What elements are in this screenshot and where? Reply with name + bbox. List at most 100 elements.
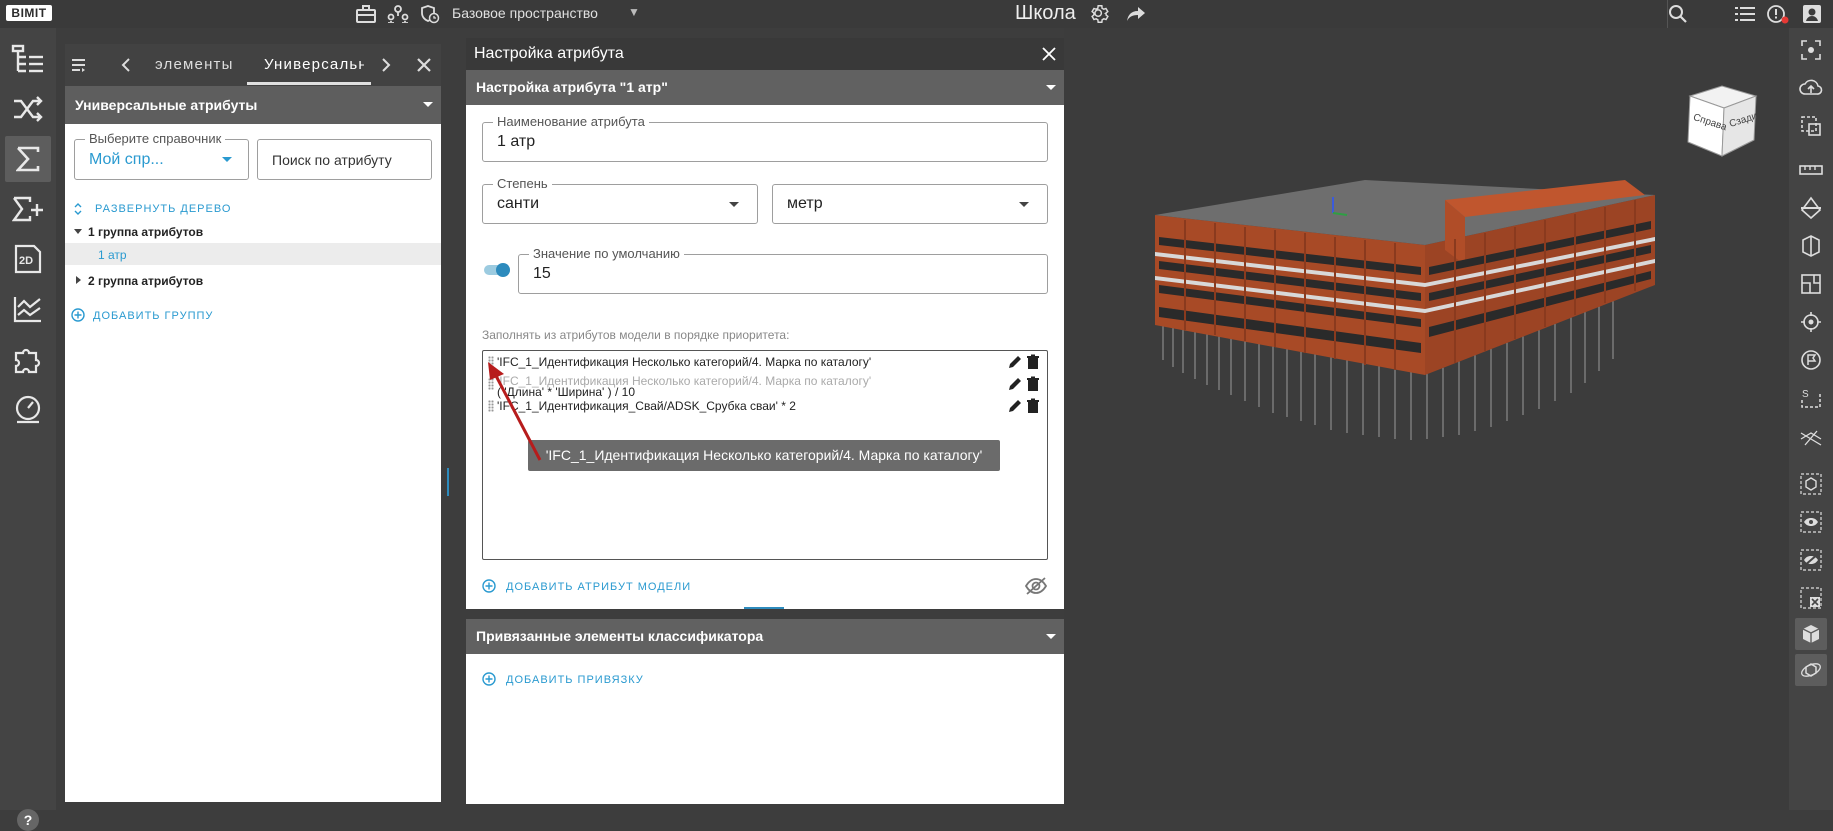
focus-icon[interactable] — [1795, 34, 1827, 66]
ruler-icon[interactable] — [1795, 154, 1827, 186]
list-item[interactable]: ( 'Длина' * 'Ширина' ) / 10 — [483, 375, 1049, 399]
caret-right-icon[interactable] — [76, 276, 81, 284]
trash-icon[interactable] — [1025, 376, 1041, 392]
drawing-2d-icon[interactable]: 2D — [5, 236, 51, 282]
gauge-icon[interactable] — [5, 386, 51, 432]
cloud-upload-icon[interactable] — [1795, 72, 1827, 104]
add-group-label: ДОБАВИТЬ ГРУППУ — [93, 310, 214, 322]
gear-icon[interactable] — [1088, 3, 1112, 25]
eye-off-icon[interactable] — [1024, 576, 1048, 596]
account-icon[interactable] — [1800, 3, 1824, 25]
tree-structure-icon[interactable] — [5, 36, 51, 82]
chevron-down-icon[interactable]: ▼ — [628, 5, 640, 19]
expand-tree-button[interactable]: РАЗВЕРНУТЬ ДЕРЕВО — [74, 201, 274, 217]
chevron-right-icon[interactable] — [375, 54, 397, 76]
attribute-name-field[interactable]: Наименование атрибута 1 атр — [482, 114, 1048, 162]
tree-item-group-2[interactable]: 2 группа атрибутов — [65, 270, 441, 292]
linked-classifier-section-header[interactable]: Привязанные элементы классификатора — [466, 619, 1064, 654]
trash-icon[interactable] — [1025, 354, 1041, 370]
dictionary-select[interactable]: Выберите справочник Мой спр... — [74, 131, 249, 180]
list-icon[interactable] — [1733, 3, 1757, 25]
help-button[interactable]: ? — [17, 809, 39, 831]
briefcase-icon[interactable] — [354, 3, 378, 25]
pencil-icon[interactable] — [1007, 354, 1023, 370]
degree-select[interactable]: Степень санти — [482, 176, 758, 224]
expand-icon — [74, 203, 82, 215]
dialog-title-bar: Настройка атрибута — [466, 38, 1064, 70]
panel-tab-bar: элементы Универсальные — [65, 44, 441, 86]
section-box-icon[interactable] — [1795, 230, 1827, 262]
list-item[interactable]: 'IFC_1_Идентификация Несколько категорий… — [483, 353, 1049, 373]
chevron-down-icon[interactable] — [1019, 202, 1029, 207]
trash-icon[interactable] — [1025, 398, 1041, 414]
chevron-left-icon[interactable] — [115, 54, 137, 76]
caret-down-icon[interactable] — [74, 229, 82, 234]
attribute-search-input[interactable]: Поиск по атрибуту — [257, 139, 432, 180]
bimit-logo[interactable]: BIMIT — [6, 5, 52, 21]
measure-area-icon[interactable]: S — [1795, 382, 1827, 414]
list-item[interactable]: 'IFC_1_Идентификация_Свай/ADSK_Срубка св… — [483, 397, 1049, 417]
tab-elements[interactable]: элементы — [155, 56, 245, 73]
shield-clock-icon[interactable] — [418, 3, 442, 25]
drag-handle-icon[interactable] — [488, 378, 494, 390]
pencil-icon[interactable] — [1007, 376, 1023, 392]
solid-view-icon[interactable] — [1795, 618, 1827, 650]
attribute-expression: 'IFC_1_Идентификация_Свай/ADSK_Срубка св… — [497, 399, 796, 413]
workspace-selector[interactable]: Базовое пространство — [452, 5, 598, 21]
sigma-plus-icon[interactable] — [5, 186, 51, 232]
svg-text:2D: 2D — [19, 255, 33, 267]
attribute-expression: 'IFC_1_Идентификация Несколько категорий… — [497, 355, 872, 369]
target-icon[interactable] — [1795, 306, 1827, 338]
add-model-attribute-button[interactable]: ДОБАВИТЬ АТРИБУТ МОДЕЛИ — [482, 578, 732, 596]
panel-header[interactable]: Универсальные атрибуты — [65, 86, 441, 124]
default-value-field[interactable]: Значение по умолчанию 15 — [518, 246, 1048, 294]
close-panel-icon[interactable] — [413, 54, 435, 76]
hide-selection-icon[interactable] — [1795, 582, 1827, 614]
add-binding-button[interactable]: ДОБАВИТЬ ПРИВЯЗКУ — [482, 671, 732, 689]
puzzle-icon[interactable] — [5, 336, 51, 382]
default-value-toggle[interactable] — [484, 263, 510, 277]
grid-axes-icon[interactable] — [1795, 420, 1827, 452]
share-icon[interactable] — [1124, 3, 1148, 25]
dictionary-label: Выберите справочник — [85, 131, 226, 146]
drag-handle-icon[interactable] — [488, 356, 494, 368]
chevron-down-icon[interactable] — [1046, 85, 1056, 90]
chevron-down-icon[interactable] — [729, 202, 739, 207]
dictionary-value: Мой спр... — [89, 151, 164, 168]
eye-icon[interactable] — [1795, 506, 1827, 538]
active-tab-indicator — [247, 82, 371, 85]
close-icon[interactable] — [1038, 43, 1060, 65]
chevron-down-icon[interactable] — [423, 102, 433, 107]
users-tree-icon[interactable] — [386, 3, 410, 25]
building-3d-model[interactable] — [1155, 175, 1665, 455]
eye-off-icon[interactable] — [1795, 544, 1827, 576]
navigation-cube[interactable]: Справа Сзади — [1680, 82, 1760, 162]
tree-item-group-1[interactable]: 1 группа атрибутов — [65, 221, 441, 243]
alert-bell-icon[interactable] — [1766, 3, 1790, 25]
orbit-icon[interactable] — [1795, 654, 1827, 686]
drag-handle-icon[interactable] — [488, 400, 494, 412]
panel-splitter[interactable] — [447, 468, 449, 496]
tree-item-selected[interactable]: 1 атр — [65, 243, 441, 265]
section-plane-icon[interactable] — [1795, 192, 1827, 224]
unit-select[interactable]: метр — [772, 184, 1048, 224]
chevron-down-icon[interactable] — [1046, 634, 1056, 639]
attribute-section-header[interactable]: Настройка атрибута "1 атр" — [466, 70, 1064, 105]
floor-plan-icon[interactable] — [1795, 268, 1827, 300]
tab-universal[interactable]: Универсальные — [264, 56, 364, 73]
pencil-icon[interactable] — [1007, 398, 1023, 414]
search-icon[interactable] — [1666, 3, 1690, 25]
chart-lines-icon[interactable] — [5, 286, 51, 332]
menu-list-icon[interactable] — [69, 54, 91, 76]
cube-icon[interactable] — [1795, 468, 1827, 500]
universal-attributes-panel: элементы Универсальные Универсальные атр… — [65, 44, 441, 802]
sigma-icon[interactable] — [5, 136, 51, 182]
add-group-button[interactable]: ДОБАВИТЬ ГРУППУ — [71, 307, 271, 325]
zoom-selection-icon[interactable] — [1795, 110, 1827, 142]
chevron-down-icon[interactable] — [222, 157, 232, 162]
tree-group-label: 2 группа атрибутов — [88, 274, 204, 288]
section-title: Привязанные элементы классификатора — [476, 628, 764, 644]
add-model-attribute-label: ДОБАВИТЬ АТРИБУТ МОДЕЛИ — [506, 581, 692, 593]
flag-circle-icon[interactable] — [1795, 344, 1827, 376]
shuffle-icon[interactable] — [5, 86, 51, 132]
